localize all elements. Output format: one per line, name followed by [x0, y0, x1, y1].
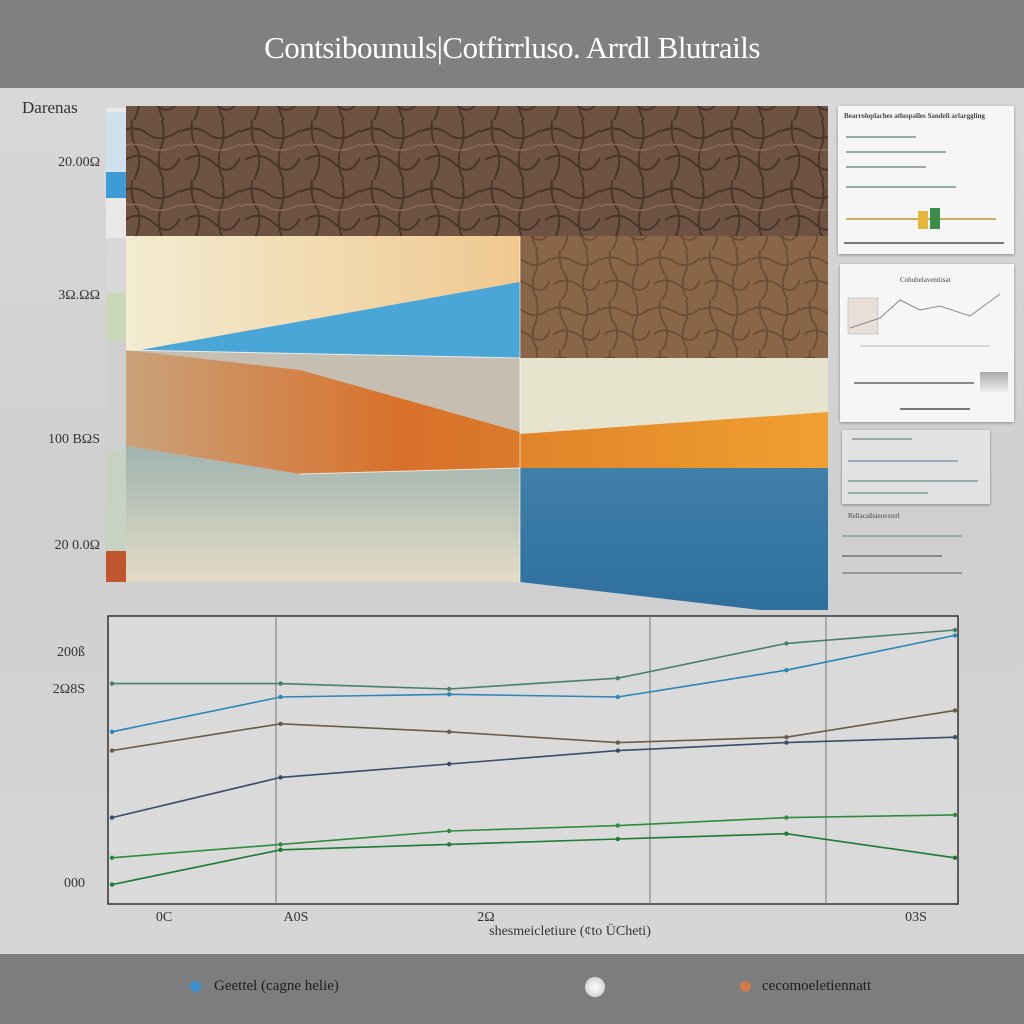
data-point: [784, 641, 789, 646]
data-point: [278, 775, 283, 780]
data-point: [109, 748, 115, 753]
data-point: [278, 842, 283, 847]
data-point: [615, 748, 620, 753]
data-point: [615, 740, 620, 745]
data-point: [952, 812, 958, 818]
data-point: [278, 847, 283, 852]
data-point: [109, 681, 115, 686]
data-point: [447, 686, 452, 692]
data-point: [784, 831, 789, 836]
data-point: [952, 735, 958, 740]
lower-x-tick: 03S: [905, 910, 927, 925]
data-point: [952, 708, 958, 713]
data-point: [447, 729, 452, 734]
data-point: [615, 694, 620, 700]
data-point: [278, 694, 283, 700]
data-point: [109, 882, 115, 887]
lower-x-tick: A0S: [283, 910, 309, 925]
data-point: [447, 828, 452, 834]
data-point: [952, 633, 958, 638]
data-point: [278, 681, 283, 686]
legend-item: cecomoeletiennatt: [762, 978, 872, 994]
legend-dot-icon: [190, 981, 201, 992]
data-point: [447, 761, 452, 767]
legend-dot-icon: [585, 977, 605, 997]
data-point: [784, 735, 789, 740]
data-point: [278, 721, 283, 726]
data-point: [447, 842, 452, 847]
legend-item: Geettel (cagne helie): [214, 978, 339, 994]
lower-x-axis-label: shesmeicletiure (¢to ÜCheti): [489, 924, 651, 939]
data-point: [109, 815, 115, 820]
data-point: [615, 823, 620, 828]
legend-dot-icon: [740, 981, 751, 992]
data-point: [952, 855, 958, 860]
data-point: [784, 668, 789, 673]
data-point: [109, 729, 115, 734]
data-point: [784, 740, 789, 745]
data-point: [109, 855, 115, 860]
data-point: [447, 692, 452, 697]
lower-x-tick: 0C: [155, 910, 173, 925]
plot-area: [107, 615, 959, 905]
data-point: [784, 815, 789, 820]
lower-line-chart: [107, 615, 959, 905]
data-point: [952, 627, 958, 633]
data-point: [615, 836, 620, 842]
data-point: [615, 676, 620, 681]
